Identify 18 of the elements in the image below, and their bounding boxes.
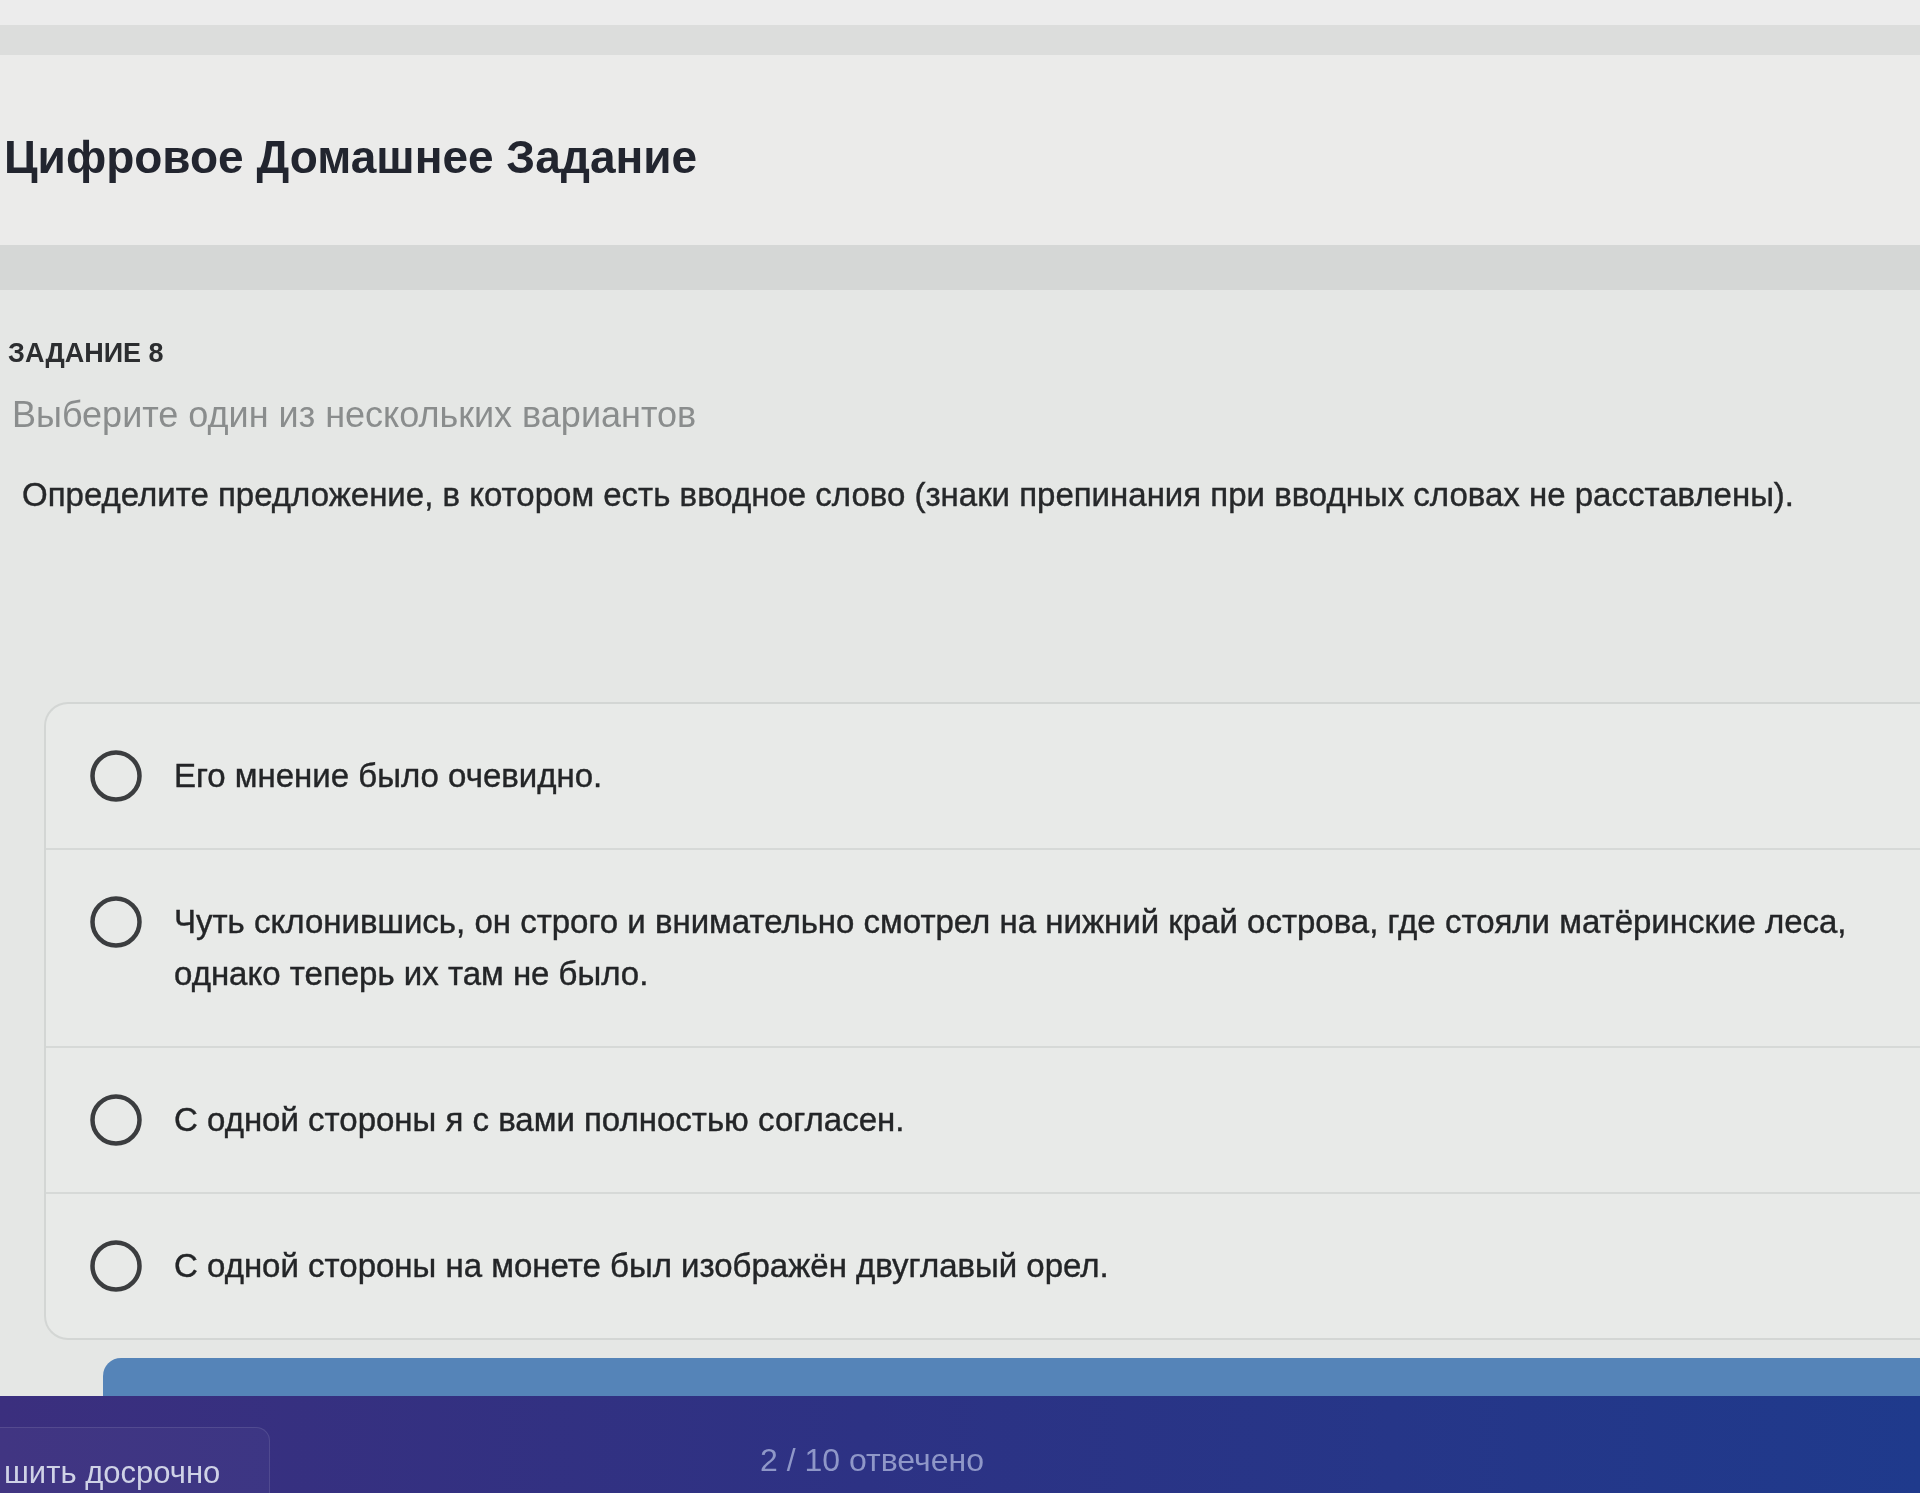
answer-option[interactable]: С одной стороны на монете был изображён двуглавый орел.	[46, 1192, 1920, 1338]
radio-button-icon[interactable]	[90, 1094, 142, 1146]
answer-option[interactable]: Его мнение было очевидно.	[46, 704, 1920, 848]
finish-early-button[interactable]: шить досрочно	[0, 1427, 270, 1493]
option-text: С одной стороны на монете был изображён двуглавый орел.	[174, 1246, 1109, 1286]
option-text: С одной стороны я с вами полностью согласен.	[174, 1100, 905, 1140]
option-text: Чуть склонившись, он строго и внимательно смотрел на нижний край острова, где стояли матёринские леса, однако теперь их там не было.	[174, 902, 1848, 994]
radio-button-icon[interactable]	[90, 1240, 142, 1292]
progress-counter: 2 / 10 отвечено	[760, 1441, 984, 1479]
question-text: Определите предложение, в котором есть вводное слово (знаки препинания при вводных словах не расставлены).	[21, 475, 1796, 515]
page-title: Цифровое Домашнее Задание	[4, 130, 698, 186]
task-instruction: Выберите один из нескольких вариантов	[11, 394, 697, 436]
option-text: Его мнение было очевидно.	[174, 756, 603, 796]
radio-button-icon[interactable]	[90, 896, 142, 948]
radio-button-icon[interactable]	[90, 750, 142, 802]
task-number: ЗАДАНИЕ 8	[7, 338, 164, 368]
answer-option[interactable]: Чуть склонившись, он строго и внимательно смотрел на нижний край острова, где стояли матёринские леса, однако теперь их там не было.	[46, 848, 1920, 1046]
answer-option[interactable]: С одной стороны я с вами полностью согласен.	[46, 1046, 1920, 1192]
